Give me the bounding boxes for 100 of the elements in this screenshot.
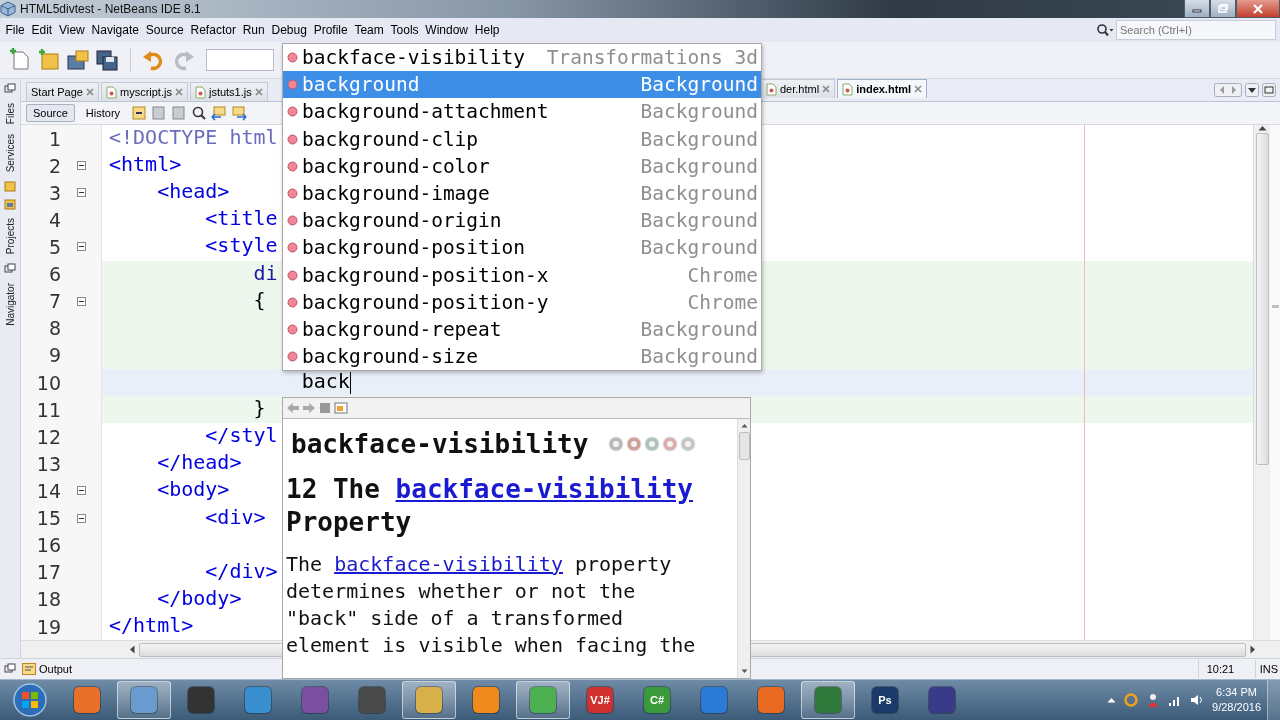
property-dot-icon — [287, 79, 298, 91]
menu-item[interactable]: Edit — [28, 21, 56, 39]
project-folder-icon[interactable] — [4, 198, 16, 211]
menu-item[interactable]: Debug — [268, 21, 311, 39]
find-icon[interactable] — [191, 105, 208, 121]
doc-link[interactable]: backface-visibility — [395, 474, 693, 504]
menu-item[interactable]: File — [2, 21, 29, 39]
forward-arrow-icon[interactable] — [302, 402, 316, 414]
menu-item[interactable]: Window — [421, 21, 472, 39]
fold-icon[interactable] — [76, 296, 86, 306]
completion-item[interactable]: background-origin Background — [283, 207, 761, 235]
speaker-icon[interactable] — [1190, 693, 1205, 707]
side-tab[interactable]: Projects — [4, 216, 16, 257]
back-to-edit-icon[interactable] — [131, 105, 148, 121]
restore-window-icon[interactable] — [4, 262, 16, 275]
taskbar-button[interactable]: Ps — [858, 681, 912, 719]
taskbar-button[interactable]: C# — [630, 681, 684, 719]
restore-button[interactable] — [1210, 0, 1236, 18]
scrollbar-thumb[interactable] — [738, 432, 750, 460]
fold-icon[interactable] — [76, 513, 86, 523]
open-folder-icon[interactable] — [66, 48, 90, 72]
side-tab[interactable]: Files — [4, 101, 16, 127]
side-tab[interactable]: Navigator — [4, 280, 16, 328]
doc-heading: 12 The backface-visibility Property — [286, 473, 694, 539]
fold-icon[interactable] — [76, 242, 86, 252]
configuration-field[interactable] — [206, 49, 274, 71]
close-icon[interactable] — [254, 88, 263, 96]
menu-item[interactable]: Navigate — [88, 21, 143, 39]
show-desktop-button[interactable] — [1267, 680, 1280, 720]
file-icon — [842, 82, 854, 96]
close-button[interactable] — [1236, 0, 1280, 18]
back-arrow-icon[interactable] — [286, 402, 300, 414]
restore-window-icon[interactable] — [4, 83, 16, 95]
search-field[interactable]: Search (Ctrl+I) — [1116, 20, 1276, 40]
output-tab[interactable]: Output — [20, 663, 75, 675]
taskbar-button[interactable]: VJ# — [573, 681, 627, 719]
fold-icon[interactable] — [76, 188, 86, 198]
find-next-icon[interactable] — [231, 105, 248, 121]
completion-item[interactable]: background-attachment Background — [283, 98, 761, 126]
minimize-button[interactable] — [1184, 0, 1210, 18]
taskbar-button[interactable] — [117, 681, 171, 719]
scrollbar-thumb[interactable] — [1255, 133, 1269, 465]
scroll-down-icon[interactable] — [740, 669, 748, 674]
find-previous-icon[interactable] — [211, 105, 228, 121]
clock-date[interactable]: 9/28/2016 — [1212, 700, 1261, 715]
line-number: 18 — [35, 588, 61, 611]
tray-circle-icon[interactable] — [1124, 693, 1139, 707]
show-hidden-icons-icon[interactable] — [1107, 697, 1117, 703]
scroll-right-icon[interactable] — [1250, 645, 1256, 654]
close-icon[interactable] — [822, 85, 831, 93]
completion-item[interactable]: background-clip Background — [283, 125, 761, 153]
completion-item[interactable]: background-image Background — [283, 179, 761, 208]
save-all-icon[interactable] — [95, 48, 119, 72]
menu-item[interactable]: Profile — [310, 21, 352, 39]
clock-time[interactable]: 6:34 PM — [1216, 685, 1257, 700]
close-icon[interactable] — [174, 88, 183, 96]
line-number: 5 — [47, 236, 61, 258]
dropdown-icon[interactable] — [1245, 83, 1259, 97]
close-icon — [1253, 3, 1263, 14]
fold-icon[interactable] — [76, 486, 86, 496]
view-tab[interactable]: History — [78, 104, 128, 122]
folder-icon[interactable] — [4, 180, 16, 193]
editor-tab[interactable]: der.html — [761, 79, 836, 98]
completion-item[interactable]: background-color Background — [283, 152, 761, 180]
view-tab[interactable]: Source — [26, 104, 75, 122]
close-icon[interactable] — [914, 85, 923, 93]
fold-icon[interactable] — [76, 161, 86, 171]
taskbar-button[interactable] — [516, 681, 570, 719]
menu-item[interactable]: View — [55, 21, 89, 39]
new-project-icon[interactable] — [37, 48, 61, 72]
taskbar-button[interactable] — [801, 681, 855, 719]
menu-item[interactable]: Source — [142, 21, 188, 39]
code-line: </div> — [204, 558, 278, 585]
close-icon[interactable] — [86, 88, 94, 96]
taskbar-button[interactable] — [402, 681, 456, 719]
line-number: 12 — [35, 425, 61, 448]
restore-window-icon[interactable] — [4, 663, 16, 675]
editor-tab[interactable]: index.html — [837, 79, 928, 98]
code-line: <style — [204, 233, 278, 260]
doc-link[interactable]: backface-visibility — [334, 552, 563, 576]
start-orb-icon[interactable] — [12, 682, 48, 718]
scroll-left-icon[interactable] — [129, 645, 135, 654]
menu-item[interactable]: Run — [239, 21, 269, 39]
new-file-icon[interactable] — [8, 48, 32, 72]
editor-tab[interactable]: Start Page — [26, 82, 99, 101]
menu-item[interactable]: Help — [471, 21, 503, 39]
open-in-browser-icon[interactable] — [334, 402, 348, 414]
browser-icon — [644, 436, 661, 452]
tray-figure-icon[interactable] — [1146, 693, 1161, 707]
editor-tab[interactable]: jstuts1.js — [189, 82, 268, 101]
stop-icon[interactable] — [318, 402, 332, 414]
completion-item[interactable]: background-position-y Chrome — [283, 288, 761, 316]
editor-tab[interactable]: myscript.js — [101, 82, 188, 101]
side-tab[interactable]: Services — [4, 132, 16, 175]
file-icon — [106, 85, 117, 99]
menu-item[interactable]: Tools — [387, 21, 422, 39]
completion-item[interactable]: background-position Background — [283, 234, 761, 262]
completion-item[interactable]: background-position-x Chrome — [283, 261, 761, 289]
menu-item[interactable]: Refactor — [187, 21, 240, 39]
menu-item[interactable]: Team — [351, 21, 388, 39]
